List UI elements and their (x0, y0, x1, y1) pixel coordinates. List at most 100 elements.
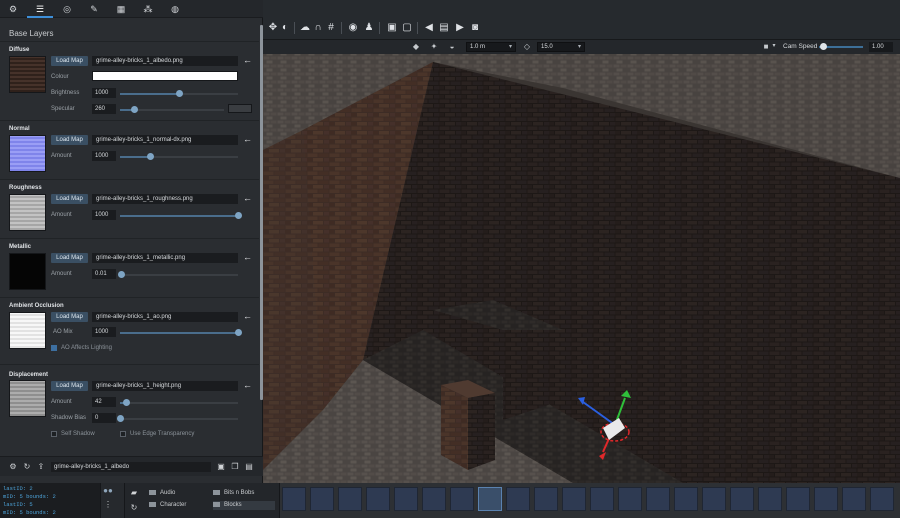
asset-thumbnail[interactable] (506, 487, 530, 511)
save-icon[interactable]: ▣ (216, 461, 226, 472)
reset-arrow-icon[interactable]: ← (243, 193, 252, 203)
colour-swatch[interactable] (92, 71, 238, 81)
cloud-icon[interactable]: ☁ (299, 22, 311, 34)
speaker-icon[interactable]: ◀ (423, 22, 435, 34)
snap-icon[interactable]: ◒ (447, 41, 457, 52)
specular-colour-swatch[interactable] (228, 104, 252, 113)
asset-thumbnail[interactable] (534, 487, 558, 511)
metallic-amount-field[interactable]: 0.01 (92, 269, 116, 279)
toggle-view-icon[interactable]: ●● (103, 485, 113, 496)
folder-item[interactable]: Character (149, 501, 211, 510)
asset-thumbnail[interactable] (422, 487, 446, 511)
reset-arrow-icon[interactable]: ← (243, 252, 252, 262)
shadow-bias-field[interactable]: 0 (92, 413, 116, 423)
ao-affects-lighting-checkbox[interactable] (51, 345, 57, 351)
ao-thumbnail[interactable] (9, 312, 46, 349)
asset-thumbnail[interactable] (282, 487, 306, 511)
displacement-amount-field[interactable]: 42 (92, 397, 116, 407)
normal-thumbnail[interactable] (9, 135, 46, 172)
share-icon[interactable]: ⇪ (36, 461, 46, 472)
angle-snap-select[interactable]: 15.0 ▾ (537, 42, 585, 52)
gear-icon[interactable]: ⚙ (8, 461, 18, 472)
ao-file-field[interactable]: grime-alley-bricks_1_ao.png (92, 312, 238, 322)
asset-thumbnail[interactable] (394, 487, 418, 511)
window-icon[interactable]: ▢ (401, 22, 413, 34)
asset-thumbnail[interactable] (730, 487, 754, 511)
slider-track[interactable] (126, 402, 238, 404)
reset-arrow-icon[interactable]: ← (243, 55, 252, 65)
cam-speed-value[interactable]: 1.00 (869, 42, 893, 52)
normal-amount-field[interactable]: 1000 (92, 151, 116, 161)
slider-knob[interactable] (117, 415, 124, 422)
slider-knob[interactable] (235, 329, 242, 336)
folder-item-selected[interactable]: Blocks (213, 501, 275, 510)
asset-thumbnail[interactable] (618, 487, 642, 511)
tag-icon[interactable]: ◆ (411, 41, 421, 52)
slider-knob[interactable] (147, 153, 154, 160)
asset-thumbnail[interactable] (814, 487, 838, 511)
normal-file-field[interactable]: grime-alley-bricks_1_normal-dx.png (92, 135, 238, 145)
displacement-thumbnail[interactable] (9, 380, 46, 417)
grid-icon[interactable]: ▦ (108, 0, 134, 18)
asset-thumbnail[interactable] (702, 487, 726, 511)
slider-track[interactable] (179, 93, 238, 95)
asset-thumbnail[interactable] (646, 487, 670, 511)
diffuse-load-map-button[interactable]: Load Map (51, 56, 88, 66)
ao-load-map-button[interactable]: Load Map (51, 312, 88, 322)
slider-fill[interactable] (120, 332, 238, 334)
nodes-icon[interactable]: ⁂ (135, 0, 161, 18)
list-icon[interactable]: ⋮ (103, 499, 113, 510)
globe-icon[interactable]: ◍ (162, 0, 188, 18)
move-icon[interactable]: ✥ (267, 22, 279, 34)
folder-item[interactable]: Bits n Bobs (213, 489, 275, 498)
image-icon[interactable]: ▣ (386, 22, 398, 34)
specular-field[interactable]: 260 (92, 104, 116, 114)
wand-icon[interactable]: ✦ (429, 41, 439, 52)
diffuse-thumbnail[interactable] (9, 56, 46, 93)
reset-arrow-icon[interactable]: ← (243, 311, 252, 321)
asset-thumbnail[interactable] (478, 487, 502, 511)
asset-thumbnail[interactable] (310, 487, 334, 511)
character-icon[interactable]: ♟ (363, 22, 375, 34)
asset-thumbnail[interactable] (450, 487, 474, 511)
slider-fill[interactable] (120, 215, 238, 217)
target-icon[interactable]: ◎ (54, 0, 80, 18)
asset-thumbnail[interactable] (786, 487, 810, 511)
slider-knob[interactable] (176, 90, 183, 97)
folder-open-icon[interactable]: ▰ (129, 487, 139, 498)
edge-transparency-checkbox[interactable] (120, 431, 126, 437)
slider-knob[interactable] (235, 212, 242, 219)
slider-fill[interactable] (120, 156, 150, 158)
metallic-thumbnail[interactable] (9, 253, 46, 290)
asset-thumbnail[interactable] (758, 487, 782, 511)
slider-track[interactable] (134, 109, 224, 111)
grid-size-select[interactable]: 1.0 m ▾ (466, 42, 516, 52)
brush-icon[interactable]: ✎ (81, 0, 107, 18)
asset-thumbnail[interactable] (870, 487, 894, 511)
displacement-file-field[interactable]: grime-alley-bricks_1_height.png (92, 381, 238, 391)
roughness-amount-field[interactable]: 1000 (92, 210, 116, 220)
brightness-field[interactable]: 1000 (92, 88, 116, 98)
refresh-icon[interactable]: ↻ (129, 502, 139, 513)
asset-thumbnail[interactable] (674, 487, 698, 511)
gamepad-icon[interactable]: ◙ (469, 22, 481, 34)
asset-thumbnail[interactable] (562, 487, 586, 511)
chevron-down-icon[interactable]: ▾ (769, 41, 779, 52)
scene-viewport[interactable] (263, 0, 900, 483)
angle-icon[interactable]: ◇ (522, 41, 532, 52)
reset-arrow-icon[interactable]: ← (243, 380, 252, 390)
refresh-icon[interactable]: ↻ (22, 461, 32, 472)
sliders-icon[interactable]: ☰ (27, 0, 53, 18)
eye-icon[interactable]: ◉ (347, 22, 359, 34)
grid-snap-icon[interactable]: # (325, 22, 337, 34)
panel-scrollbar[interactable] (260, 25, 263, 400)
slider-track[interactable] (121, 274, 238, 276)
ao-mix-field[interactable]: 1000 (92, 327, 116, 337)
metallic-file-field[interactable]: grime-alley-bricks_1_metallic.png (92, 253, 238, 263)
diffuse-file-field[interactable]: grime-alley-bricks_1_albedo.png (92, 56, 238, 66)
slider-fill[interactable] (120, 93, 179, 95)
self-shadow-checkbox[interactable] (51, 431, 57, 437)
normal-load-map-button[interactable]: Load Map (51, 135, 88, 145)
material-name-field[interactable]: grime-alley-bricks_1_albedo (51, 462, 211, 472)
roughness-thumbnail[interactable] (9, 194, 46, 231)
